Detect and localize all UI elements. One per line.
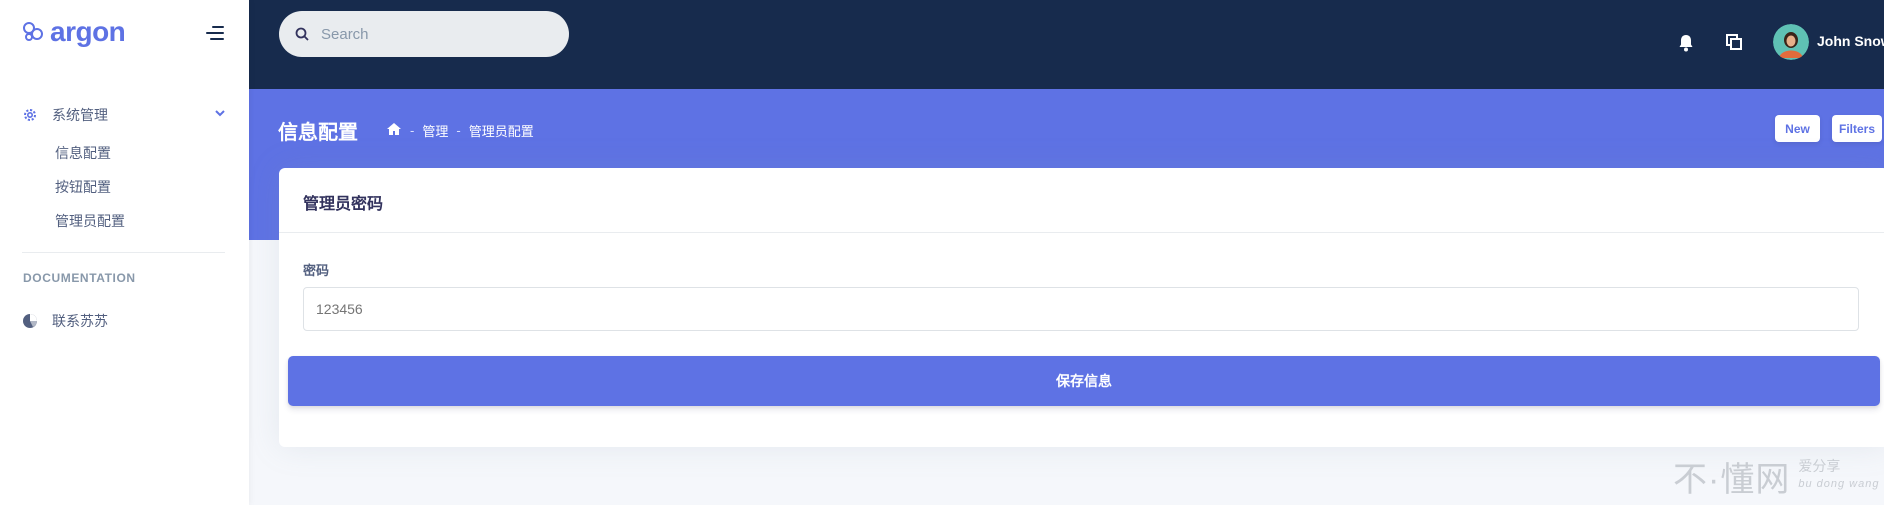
avatar[interactable]: [1773, 24, 1809, 60]
gear-icon: [24, 109, 36, 121]
filters-button[interactable]: Filters: [1832, 115, 1882, 142]
sidenav-toggle-button[interactable]: [206, 26, 224, 40]
watermark-main: 不·懂网: [1673, 461, 1791, 499]
sidebar-item-system-management[interactable]: 系统管理: [22, 104, 227, 126]
breadcrumb-item[interactable]: 管理员配置: [469, 121, 534, 140]
hamburger-line: [206, 32, 224, 34]
breadcrumb-item[interactable]: 管理: [422, 121, 448, 140]
sidebar: argon 系统管理 信息配置 按钮配置 管理员配置 DOCUMENTATION…: [0, 0, 249, 505]
watermark-side: 爱分享 bu dong wang: [1798, 456, 1879, 490]
password-field[interactable]: [304, 288, 1858, 330]
sidebar-item-label: 系统管理: [52, 107, 108, 123]
admin-password-card: 管理员密码 密码 保存信息: [279, 168, 1884, 447]
watermark-slogan: 爱分享: [1798, 458, 1841, 474]
breadcrumb-separator: -: [456, 123, 461, 138]
password-field-wrapper: [303, 287, 1859, 331]
user-name[interactable]: John Snow: [1817, 33, 1884, 49]
breadcrumb: - 管理 - 管理员配置: [386, 121, 534, 140]
hamburger-line: [210, 38, 224, 40]
argon-logo-icon: [23, 22, 43, 41]
password-label: 密码: [303, 263, 330, 278]
watermark-pinyin: bu dong wang: [1798, 478, 1880, 490]
sidebar-item-label: 联系苏苏: [52, 313, 108, 329]
bell-icon[interactable]: [1678, 34, 1694, 57]
search-box[interactable]: [279, 11, 569, 57]
card-title: 管理员密码: [303, 196, 384, 213]
new-button[interactable]: New: [1775, 115, 1820, 142]
breadcrumb-separator: -: [410, 123, 415, 138]
copy-icon[interactable]: [1726, 34, 1742, 55]
page-title: 信息配置: [278, 122, 358, 144]
top-navbar: John Snow: [249, 0, 1884, 89]
hamburger-line: [212, 26, 224, 28]
pie-chart-icon: [23, 314, 37, 328]
sidebar-item-contact[interactable]: 联系苏苏: [22, 311, 108, 331]
sidebar-item-button-config[interactable]: 按钮配置: [55, 177, 111, 197]
chevron-down-icon: [215, 106, 225, 120]
brand-logo[interactable]: argon: [22, 16, 126, 48]
sidebar-divider: [22, 252, 225, 253]
sidebar-item-info-config[interactable]: 信息配置: [55, 143, 111, 163]
save-info-button[interactable]: 保存信息: [288, 356, 1880, 406]
search-icon: [295, 27, 309, 41]
card-header: [279, 168, 1884, 233]
search-input[interactable]: [319, 24, 543, 44]
brand-name: argon: [50, 16, 126, 47]
watermark: 不·懂网 爱分享 bu dong wang: [1673, 452, 1879, 501]
documentation-heading: DOCUMENTATION: [23, 271, 136, 285]
sidebar-item-admin-config[interactable]: 管理员配置: [55, 211, 125, 231]
home-icon[interactable]: [386, 122, 402, 139]
